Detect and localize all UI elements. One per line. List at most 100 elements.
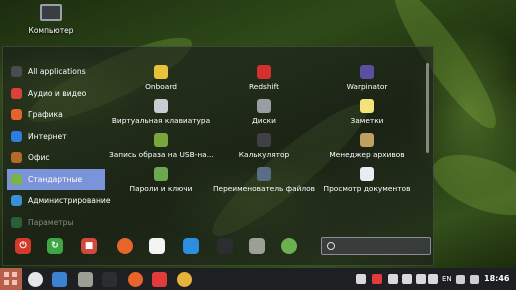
search-box[interactable] [321,237,431,255]
search-icon [327,242,335,250]
warpinator-icon [360,65,374,79]
power-icon[interactable]: ⏻ [15,238,31,254]
shield-icon[interactable] [402,274,412,284]
network-icon[interactable] [416,274,426,284]
app-item[interactable]: Redshift [212,65,316,91]
app-name: Калькулятор [238,150,290,159]
document-viewer-icon [360,167,374,181]
all-apps-icon [11,66,22,78]
disks-icon [257,99,271,113]
app-name: Менеджер архивов [329,150,405,159]
archive-icon [360,133,374,147]
files-icon[interactable] [249,238,265,254]
app-item[interactable]: Переименователь файлов [212,167,316,193]
software-manager-icon[interactable] [149,238,165,254]
firefox-icon[interactable] [128,272,143,287]
application-menu: All applications Аудио и видео Графика Инте… [2,46,434,266]
wallpaper-grass [424,142,516,228]
category-label: Стандартные [28,174,83,184]
recorder-icon[interactable] [356,274,366,284]
app-item[interactable]: Менеджер архивов [315,133,419,159]
category-label: All applications [28,67,86,77]
bluetooth-icon[interactable] [388,274,398,284]
menu-bottom-bar: ⏻ ↻ ■ [3,235,435,265]
app-name: Виртуальная клавиатура [111,116,211,125]
network-tray-icon[interactable] [428,274,438,284]
show-desktop-icon[interactable] [52,272,67,287]
app-name: Redshift [249,82,279,91]
app-name: Warpinator [346,82,388,91]
app-grid-scrollbar[interactable] [426,63,429,153]
chrome-icon[interactable] [177,272,192,287]
mint-logo-icon[interactable] [28,272,43,287]
desktop-computer-label: Компьютер [28,26,74,35]
category-label: Интернет [28,131,67,141]
media-icon [11,87,22,99]
category-item[interactable]: Аудио и видео [3,83,105,105]
app-item[interactable]: Onboard [109,65,213,91]
app-item[interactable]: Калькулятор [212,133,316,159]
category-label: Графика [28,110,63,120]
settings-icon [11,216,22,228]
app-name: Onboard [145,82,177,91]
app-item[interactable]: Warpinator [315,65,419,91]
category-item[interactable]: Стандартные [7,168,105,190]
category-label: Аудио и видео [28,88,87,98]
notes-icon [360,99,374,113]
office-icon [11,152,22,164]
onboard-icon [154,65,168,79]
mint-update-icon[interactable] [281,238,297,254]
category-label: Администрирование [28,196,111,206]
app-item[interactable]: Диски [212,99,316,125]
category-item[interactable]: Администрирование [3,190,111,212]
yandex-tray-icon[interactable] [372,274,382,284]
settings-icon[interactable] [183,238,199,254]
app-name: Заметки [350,116,384,125]
lock-icon[interactable]: ■ [81,238,97,254]
monitor-icon [40,4,62,21]
yandex-icon[interactable] [152,272,167,287]
accessories-icon [11,173,22,185]
logout-icon[interactable]: ↻ [47,238,63,254]
menu-grid-icon [4,280,9,285]
terminal-icon[interactable] [217,238,233,254]
keyboard-layout-indicator[interactable]: EN [442,268,452,290]
app-name: Пароли и ключи [129,184,193,193]
app-name: Запись образа на USB-на... [109,150,213,159]
app-name: Диски [252,116,276,125]
clock[interactable]: 18:46 [484,268,509,290]
menu-grid-icon [4,272,9,277]
usb-writer-icon [154,133,168,147]
search-input[interactable] [338,239,428,253]
app-item[interactable]: Запись образа на USB-на... [109,133,213,159]
network-status-icon[interactable] [456,275,465,284]
volume-icon[interactable] [470,275,479,284]
firefox-icon[interactable] [117,238,133,254]
menu-grid-icon [12,272,17,277]
category-item[interactable]: Офис [3,147,105,169]
category-item[interactable]: All applications [3,61,105,83]
keyboard-icon [154,99,168,113]
redshift-icon [257,65,271,79]
files-icon[interactable] [78,272,93,287]
category-list: All applications Аудио и видео Графика Инте… [3,61,111,234]
admin-icon [11,195,22,207]
calculator-icon [257,133,271,147]
menu-grid-icon [12,280,17,285]
category-item[interactable]: Параметры [3,212,105,234]
start-menu-button[interactable] [0,268,22,290]
category-item[interactable]: Графика [3,104,105,126]
category-label: Параметры [28,217,74,227]
app-item[interactable]: Заметки [315,99,419,125]
passwords-icon [154,167,168,181]
category-item[interactable]: Интернет [3,126,105,148]
app-item[interactable]: Просмотр документов [315,167,419,193]
renamer-icon [257,167,271,181]
app-item[interactable]: Пароли и ключи [109,167,213,193]
terminal-icon[interactable] [102,272,117,287]
taskbar: EN 18:46 [0,268,516,290]
desktop-computer-icon[interactable]: Компьютер [28,4,74,35]
app-item[interactable]: Виртуальная клавиатура [109,99,213,125]
app-name: Просмотр документов [323,184,411,193]
category-label: Офис [28,153,50,163]
